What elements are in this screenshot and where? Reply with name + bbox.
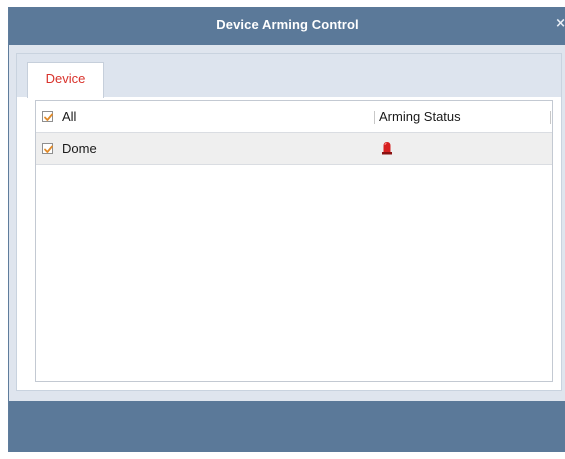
dialog-content: Device All Arming Status Dome bbox=[16, 53, 562, 391]
title-bar[interactable]: Device Arming Control × bbox=[9, 7, 565, 45]
tab-strip: Device bbox=[17, 54, 561, 98]
table-header-row: All Arming Status bbox=[36, 101, 552, 133]
alarm-siren-icon[interactable] bbox=[381, 141, 393, 155]
checkmark-icon bbox=[44, 113, 53, 121]
bottom-bar bbox=[9, 401, 565, 452]
tab-device[interactable]: Device bbox=[27, 62, 104, 98]
column-divider[interactable] bbox=[374, 111, 375, 124]
column-divider[interactable] bbox=[550, 111, 551, 124]
dialog-title: Device Arming Control bbox=[216, 17, 359, 32]
select-all-label: All bbox=[62, 109, 77, 124]
select-all-checkbox[interactable] bbox=[42, 111, 53, 122]
arming-status-column-header[interactable]: Arming Status bbox=[379, 109, 461, 124]
checkmark-icon bbox=[44, 145, 53, 153]
close-icon[interactable]: × bbox=[555, 16, 565, 31]
device-checkbox[interactable] bbox=[42, 143, 53, 154]
device-table: All Arming Status Dome bbox=[35, 100, 553, 382]
table-row[interactable]: Dome bbox=[36, 133, 552, 165]
device-arming-control-dialog: Device Arming Control × Device All Armin… bbox=[8, 7, 565, 452]
device-name: Dome bbox=[62, 141, 97, 156]
